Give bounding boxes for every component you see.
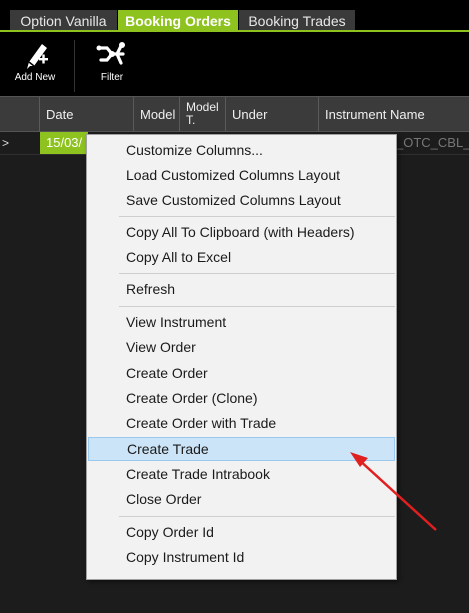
row-instrument-cell[interactable]: _OTC_CBL_2 [396,132,469,154]
menu-create-order-with-trade[interactable]: Create Order with Trade [88,411,395,435]
column-model-type[interactable]: Model T. [180,97,226,131]
menu-save-columns-layout[interactable]: Save Customized Columns Layout [88,188,395,212]
column-model[interactable]: Model [134,97,180,131]
filter-button[interactable]: Filter [92,38,132,83]
menu-refresh[interactable]: Refresh [88,277,395,301]
menu-copy-all-clipboard[interactable]: Copy All To Clipboard (with Headers) [88,220,395,244]
row-header-column [0,97,40,131]
pen-add-icon [27,44,48,69]
toolbar: Add New Filter [0,32,469,96]
filter-label: Filter [100,72,124,83]
grid-header: Date Model Model T. Under Instrument Nam… [0,96,469,132]
menu-separator [119,306,395,307]
menu-load-columns-layout[interactable]: Load Customized Columns Layout [88,163,395,187]
add-new-button[interactable]: Add New [12,38,58,83]
menu-copy-all-excel[interactable]: Copy All to Excel [88,245,395,269]
filter-icon [96,42,125,65]
menu-separator [119,273,395,274]
toolbar-separator [74,40,75,92]
menu-view-order[interactable]: View Order [88,335,395,359]
menu-copy-order-id[interactable]: Copy Order Id [88,520,395,544]
column-date[interactable]: Date [40,97,134,131]
tab-booking-trades[interactable]: Booking Trades [239,10,355,32]
menu-create-order[interactable]: Create Order [88,361,395,385]
menu-close-order[interactable]: Close Order [88,487,395,511]
column-under[interactable]: Under [226,97,319,131]
row-date-cell[interactable]: 15/03/ [40,132,88,154]
column-instrument-name[interactable]: Instrument Name [319,97,469,131]
menu-customize-columns[interactable]: Customize Columns... [88,138,395,162]
add-new-label: Add New [14,72,56,83]
tab-option-vanilla[interactable]: Option Vanilla [10,10,117,32]
tab-bar: Option Vanilla Booking Orders Booking Tr… [0,0,469,32]
menu-separator [119,516,395,517]
context-menu: Customize Columns... Load Customized Col… [86,134,397,580]
menu-create-trade-intrabook[interactable]: Create Trade Intrabook [88,462,395,486]
row-indicator: > [2,136,10,150]
menu-view-instrument[interactable]: View Instrument [88,310,395,334]
menu-create-trade[interactable]: Create Trade [88,437,395,461]
menu-separator [119,216,395,217]
tab-booking-orders[interactable]: Booking Orders [118,10,238,32]
menu-create-order-clone[interactable]: Create Order (Clone) [88,386,395,410]
menu-copy-instrument-id[interactable]: Copy Instrument Id [88,545,395,569]
